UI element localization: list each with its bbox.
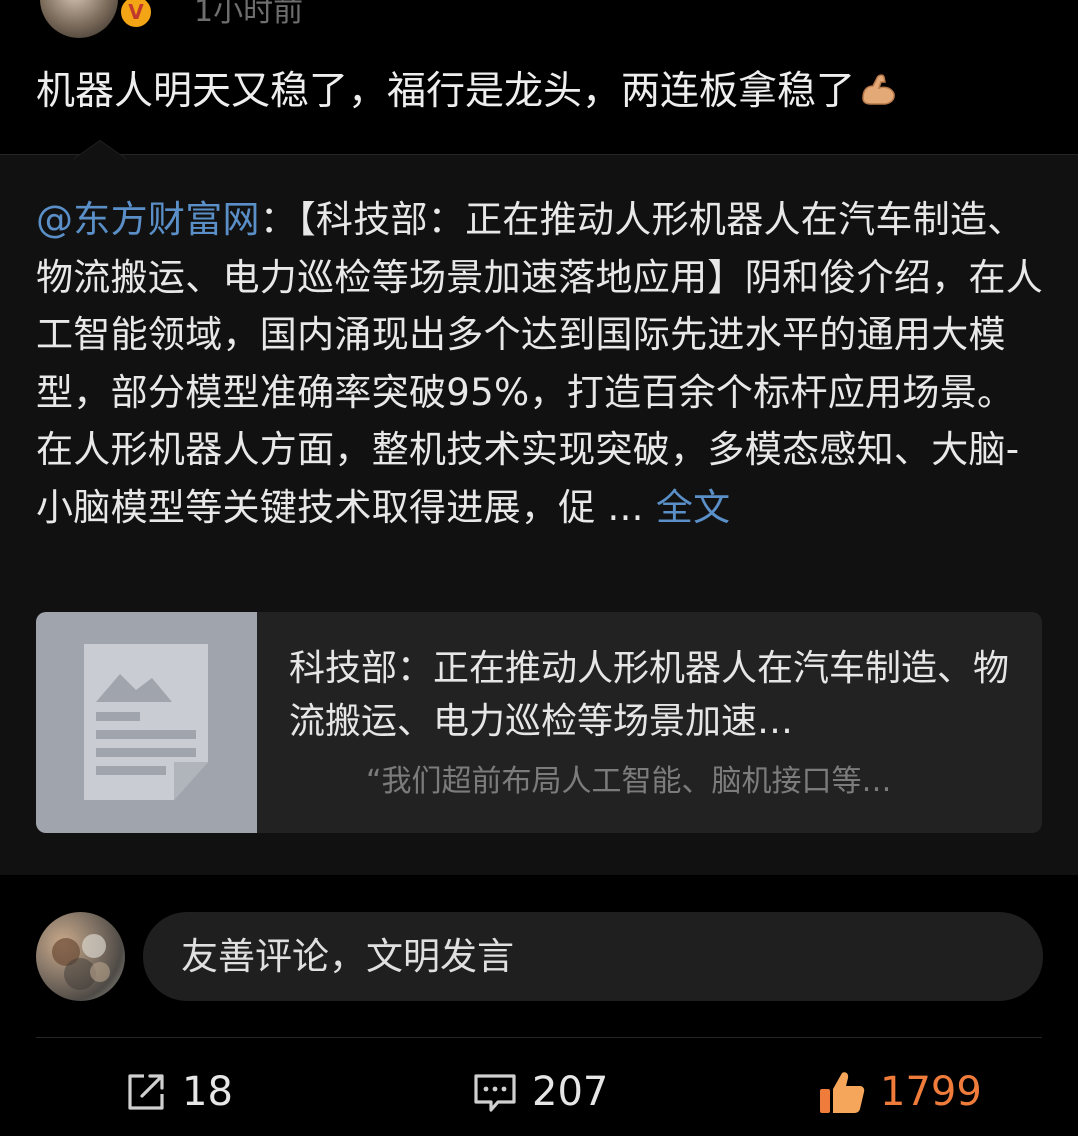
card-subtitle: “我们超前布局人工智能、脑机接口等… (366, 764, 892, 799)
user-avatar[interactable] (36, 912, 125, 1001)
post-text: 机器人明天又稳了，福行是龙头，两连板拿稳了 (36, 69, 856, 114)
article-thumbnail-icon (36, 612, 257, 833)
repost-body: ：【科技部：正在推动人形机器人在汽车制造、物流搬运、电力巡检等场景加速落地应用】… (36, 198, 1044, 529)
post-time: 1小时前 (194, 0, 304, 29)
flexed-biceps-emoji-icon (857, 68, 899, 124)
mention-link[interactable]: @东方财富网 (36, 198, 260, 241)
comment-icon (472, 1070, 518, 1114)
share-icon (124, 1070, 168, 1114)
post-content: 机器人明天又稳了，福行是龙头，两连板拿稳了 (36, 66, 899, 124)
card-title: 科技部：正在推动人形机器人在汽车制造、物流搬运、电力巡检等场景加速… (289, 648, 1010, 742)
article-link-card[interactable]: 科技部：正在推动人形机器人在汽车制造、物流搬运、电力巡检等场景加速… “我们超前… (36, 612, 1042, 833)
comment-input[interactable]: 友善评论，文明发言 (143, 912, 1043, 1001)
comment-button[interactable]: 207 (472, 1062, 608, 1122)
post-header: V 1小时前 (0, 0, 1078, 40)
share-button[interactable]: 18 (124, 1062, 233, 1122)
thumbs-up-icon (818, 1069, 866, 1115)
comment-count: 207 (532, 1069, 609, 1115)
verified-badge-icon: V (118, 0, 154, 30)
repost-pointer (74, 141, 126, 159)
repost-content: @东方财富网：【科技部：正在推动人形机器人在汽车制造、物流搬运、电力巡检等场景加… (36, 191, 1046, 536)
actions-divider (36, 1037, 1042, 1038)
like-count: 1799 (880, 1069, 982, 1115)
share-count: 18 (182, 1069, 233, 1115)
full-text-link[interactable]: 全文 (656, 486, 731, 529)
like-button[interactable]: 1799 (818, 1062, 982, 1122)
author-avatar[interactable] (40, 0, 118, 38)
